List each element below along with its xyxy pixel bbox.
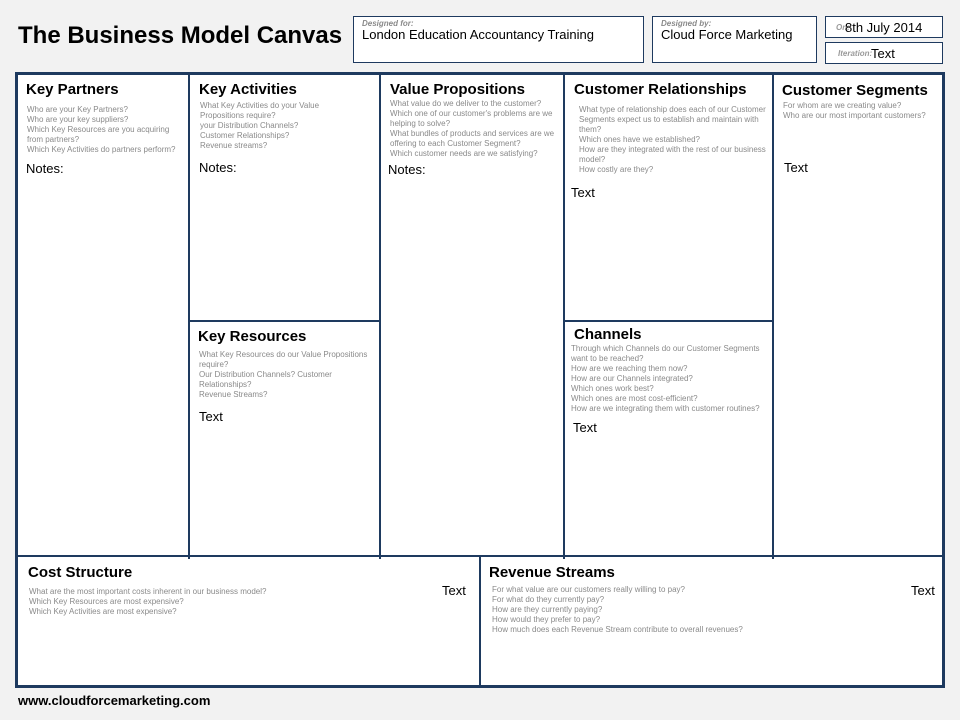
- question: Which ones have we established?: [579, 135, 700, 144]
- key-resources-heading: Key Resources: [198, 328, 307, 345]
- question: For whom are we creating value?: [783, 101, 902, 110]
- value-propositions-notes[interactable]: Notes:: [388, 162, 426, 177]
- question: Which Key Resources are most expensive?: [29, 597, 184, 606]
- question: Through which Channels do our Customer S…: [571, 344, 760, 363]
- customer-segments-text[interactable]: Text: [784, 160, 808, 175]
- date-value[interactable]: 8th July 2014: [845, 20, 922, 35]
- revenue-streams-text[interactable]: Text: [911, 583, 935, 598]
- value-propositions-section[interactable]: Value Propositions What value do we deli…: [381, 75, 563, 555]
- question: Who are your key suppliers?: [27, 115, 129, 124]
- key-activities-section[interactable]: Key Activities What Key Activities do yo…: [190, 75, 379, 320]
- question: Which one of our customer's problems are…: [390, 109, 553, 128]
- key-activities-notes[interactable]: Notes:: [199, 160, 237, 175]
- key-resources-text[interactable]: Text: [199, 409, 223, 424]
- question: How costly are they?: [579, 165, 654, 174]
- customer-segments-heading: Customer Segments: [782, 82, 928, 99]
- customer-segments-section[interactable]: Customer Segments For whom are we creati…: [774, 75, 942, 555]
- question: How are we integrating them with custome…: [571, 404, 760, 413]
- question: Which Key Activities are most expensive?: [29, 607, 177, 616]
- question: What value do we deliver to the customer…: [390, 99, 542, 108]
- question: How are we reaching them now?: [571, 364, 688, 373]
- question: Which ones work best?: [571, 384, 654, 393]
- question: Customer Relationships?: [200, 131, 290, 140]
- revenue-streams-section[interactable]: Revenue Streams For what value are our c…: [481, 557, 942, 685]
- question: Who are your Key Partners?: [27, 105, 128, 114]
- designed-by-value[interactable]: Cloud Force Marketing: [661, 27, 793, 42]
- customer-relationships-section[interactable]: Customer Relationships What type of rela…: [565, 75, 772, 320]
- cost-structure-text[interactable]: Text: [442, 583, 466, 598]
- channels-questions: Through which Channels do our Customer S…: [571, 344, 771, 414]
- question: Which Key Resources are you acquiring fr…: [27, 125, 170, 144]
- question: What Key Resources do our Value Proposit…: [199, 350, 368, 369]
- question: Revenue streams?: [200, 141, 268, 150]
- designed-for-box[interactable]: Designed for: London Education Accountan…: [353, 16, 644, 63]
- question: What Key Activities do your Value Propos…: [200, 101, 320, 120]
- question: your Distribution Channels?: [200, 121, 299, 130]
- question: Which Key Activities do partners perform…: [27, 145, 176, 154]
- iteration-value[interactable]: Text: [871, 46, 895, 61]
- question: Revenue Streams?: [199, 390, 268, 399]
- key-resources-section[interactable]: Key Resources What Key Resources do our …: [190, 322, 379, 555]
- footer-website[interactable]: www.cloudforcemarketing.com: [18, 693, 210, 708]
- question: For what value are our customers really …: [492, 585, 685, 594]
- revenue-streams-questions: For what value are our customers really …: [492, 585, 812, 635]
- question: What bundles of products and services ar…: [390, 129, 555, 148]
- iteration-box[interactable]: Iteration: Text: [825, 42, 943, 64]
- customer-segments-questions: For whom are we creating value? Who are …: [783, 101, 941, 121]
- question: How are our Channels integrated?: [571, 374, 693, 383]
- cost-structure-questions: What are the most important costs inhere…: [29, 587, 329, 617]
- customer-relationships-text[interactable]: Text: [571, 185, 595, 200]
- question: Who are our most important customers?: [783, 111, 926, 120]
- value-propositions-heading: Value Propositions: [390, 81, 526, 98]
- question: Our Distribution Channels? Customer Rela…: [199, 370, 332, 389]
- key-partners-section[interactable]: Key Partners Who are your Key Partners? …: [18, 75, 188, 555]
- channels-section[interactable]: Channels Through which Channels do our C…: [565, 322, 772, 555]
- question: How much does each Revenue Stream contri…: [492, 625, 743, 634]
- key-partners-notes[interactable]: Notes:: [26, 161, 64, 176]
- designed-for-value[interactable]: London Education Accountancy Training: [362, 27, 594, 42]
- page-title: The Business Model Canvas: [18, 22, 343, 49]
- customer-relationships-questions: What type of relationship does each of o…: [579, 105, 771, 175]
- key-partners-questions: Who are your Key Partners? Who are your …: [27, 105, 182, 155]
- question: What type of relationship does each of o…: [579, 105, 766, 134]
- customer-relationships-heading: Customer Relationships: [574, 81, 747, 98]
- key-activities-questions: What Key Activities do your Value Propos…: [200, 101, 350, 151]
- designed-by-box[interactable]: Designed by: Cloud Force Marketing: [652, 16, 817, 63]
- question: Which ones are most cost-efficient?: [571, 394, 698, 403]
- question: Which customer needs are we satisfying?: [390, 149, 538, 158]
- key-resources-questions: What Key Resources do our Value Proposit…: [199, 350, 374, 400]
- date-box[interactable]: On: 8th July 2014: [825, 16, 943, 38]
- question: For what do they currently pay?: [492, 595, 605, 604]
- question: What are the most important costs inhere…: [29, 587, 267, 596]
- revenue-streams-heading: Revenue Streams: [489, 564, 615, 581]
- business-model-canvas: Key Partners Who are your Key Partners? …: [15, 72, 945, 688]
- question: How would they prefer to pay?: [492, 615, 601, 624]
- key-partners-heading: Key Partners: [26, 81, 119, 98]
- cost-structure-section[interactable]: Cost Structure What are the most importa…: [18, 557, 479, 685]
- channels-heading: Channels: [574, 326, 642, 343]
- iteration-label: Iteration:: [838, 49, 873, 58]
- question: How are they currently paying?: [492, 605, 603, 614]
- value-propositions-questions: What value do we deliver to the customer…: [390, 99, 560, 159]
- question: How are they integrated with the rest of…: [579, 145, 766, 164]
- channels-text[interactable]: Text: [573, 420, 597, 435]
- key-activities-heading: Key Activities: [199, 81, 297, 98]
- cost-structure-heading: Cost Structure: [28, 564, 133, 581]
